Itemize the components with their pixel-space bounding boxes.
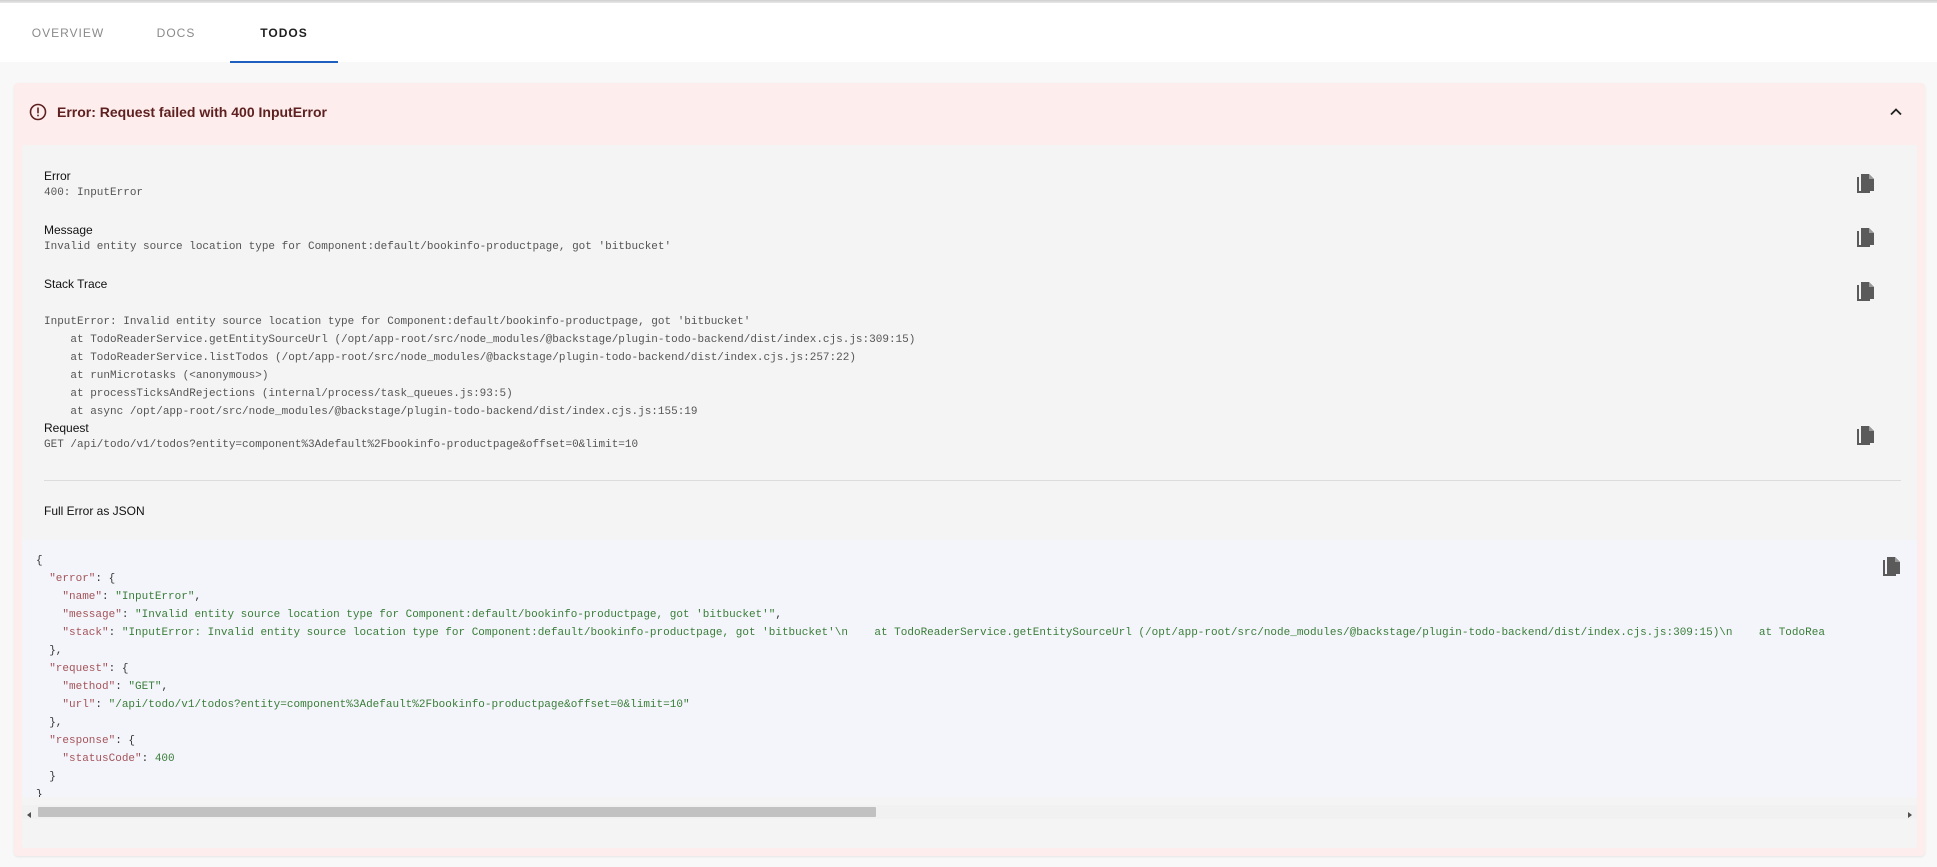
stack-line: at runMicrotasks (<anonymous>) <box>44 370 269 382</box>
error-alert: Error: Request failed with 400 InputErro… <box>14 83 1925 856</box>
copy-stack-trace-button[interactable] <box>1853 280 1877 304</box>
copy-icon <box>1857 426 1874 445</box>
request-value: GET /api/todo/v1/todos?entity=component%… <box>44 439 639 451</box>
stack-line: InputError: Invalid entity source locati… <box>44 316 751 328</box>
scroll-left-arrow-icon[interactable] <box>24 807 34 818</box>
json-request-url: /api/todo/v1/todos?entity=component%3Ade… <box>115 699 683 711</box>
alert-header[interactable]: Error: Request failed with 400 InputErro… <box>14 83 1925 141</box>
error-label: Error <box>44 169 71 183</box>
tab-docs[interactable]: DOCS <box>136 3 216 62</box>
stack-line: at async /opt/app-root/src/node_modules/… <box>44 406 698 418</box>
section-divider <box>44 480 1901 481</box>
json-response-status: 400 <box>154 753 175 765</box>
message-value: Invalid entity source location type for … <box>44 241 672 253</box>
json-content: { "error": { "name": "InputError", "mess… <box>36 555 1825 797</box>
stack-line: at TodoReaderService.getEntitySourceUrl … <box>44 334 916 346</box>
alert-title: Error: Request failed with 400 InputErro… <box>57 104 327 120</box>
error-details-panel: Error 400: InputError Message Invalid en… <box>22 145 1917 848</box>
tab-overview[interactable]: OVERVIEW <box>20 3 116 62</box>
message-label: Message <box>44 223 93 237</box>
copy-error-button[interactable] <box>1853 172 1877 196</box>
copy-json-button[interactable] <box>1881 556 1905 580</box>
request-label: Request <box>44 421 89 435</box>
horizontal-scrollbar[interactable] <box>22 805 1917 819</box>
tab-bar: OVERVIEW DOCS TODOS <box>0 3 1937 63</box>
stack-trace-value: InputError: Invalid entity source locati… <box>44 295 915 421</box>
stack-line: at TodoReaderService.listTodos (/opt/app… <box>44 352 856 364</box>
json-error-name: InputError <box>121 591 188 603</box>
scrollbar-thumb[interactable] <box>38 807 876 817</box>
chevron-up-icon[interactable] <box>1887 103 1905 121</box>
copy-icon <box>1857 174 1874 193</box>
json-label: Full Error as JSON <box>44 504 145 518</box>
error-value: 400: InputError <box>44 187 144 199</box>
tab-active-indicator <box>230 61 338 63</box>
copy-icon <box>1857 282 1874 301</box>
copy-icon <box>1857 228 1874 247</box>
copy-request-button[interactable] <box>1853 424 1877 448</box>
json-request-method: GET <box>135 681 155 693</box>
copy-icon <box>1883 557 1900 576</box>
stack-line: at processTicksAndRejections (internal/p… <box>44 388 513 400</box>
json-error-message: Invalid entity source location type for … <box>141 609 769 621</box>
error-outline-icon <box>28 102 48 122</box>
stack-trace-label: Stack Trace <box>44 277 108 291</box>
json-error-stack: InputError: Invalid entity source locati… <box>128 627 1825 639</box>
scroll-right-arrow-icon[interactable] <box>1905 807 1915 818</box>
json-code-block[interactable]: { "error": { "name": "InputError", "mess… <box>22 540 1917 797</box>
copy-message-button[interactable] <box>1853 226 1877 250</box>
tab-todos[interactable]: TODOS <box>230 3 338 62</box>
